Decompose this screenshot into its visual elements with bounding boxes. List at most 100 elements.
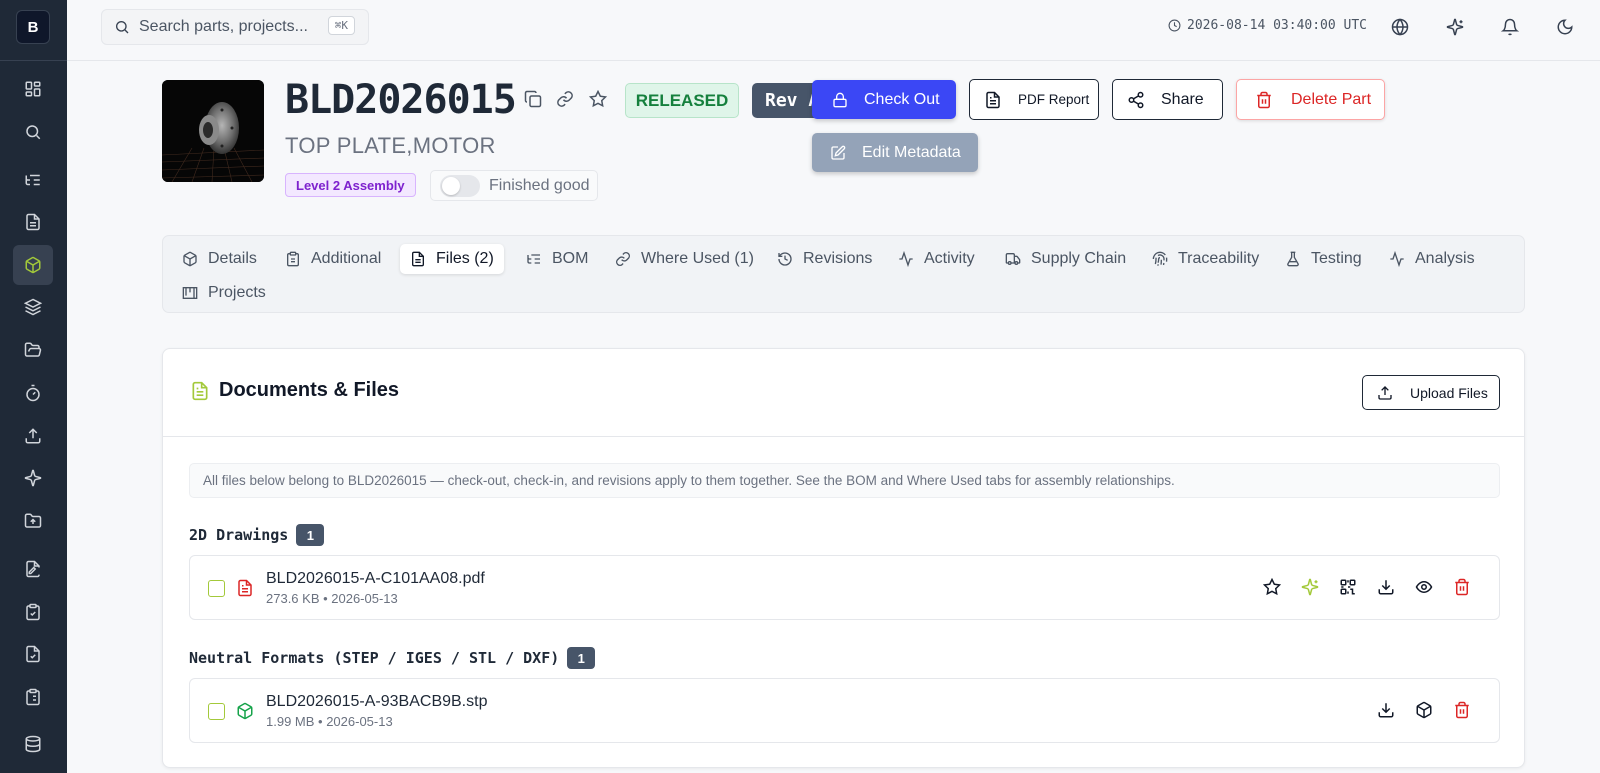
file-meta: 273.6 KB • 2026-05-13 <box>266 591 398 606</box>
tab-label: Projects <box>208 284 266 301</box>
toggle-switch[interactable] <box>440 174 480 197</box>
tab-traceability[interactable]: Traceability <box>1142 244 1269 274</box>
sidebar-item-upload[interactable] <box>13 416 53 456</box>
sidebar-item-tree[interactable] <box>13 160 53 200</box>
pdf-report-button[interactable]: PDF Report <box>969 79 1099 120</box>
tab-projects[interactable]: Projects <box>172 278 276 308</box>
notifications-button[interactable] <box>1499 16 1521 38</box>
file-signature-icon <box>26 560 40 578</box>
upload-files-button[interactable]: Upload Files <box>1362 375 1500 410</box>
ai-assistant-button[interactable] <box>1444 16 1466 38</box>
section-heading-2d-drawings: 2D Drawings 1 <box>189 524 325 546</box>
sidebar-item-timer[interactable] <box>13 373 53 413</box>
folder-upload-icon <box>24 513 42 528</box>
tab-analysis[interactable]: Analysis <box>1379 244 1485 274</box>
status-badge: RELEASED <box>625 83 739 118</box>
clipboard-list-icon <box>26 688 40 706</box>
file-row[interactable]: BLD2026015-A-C101AA08.pdf 273.6 KB • 202… <box>189 555 1500 620</box>
sidebar-item-folders[interactable] <box>13 330 53 370</box>
tab-label: Where Used (1) <box>641 250 754 267</box>
part-thumbnail[interactable] <box>162 80 264 182</box>
file-row[interactable]: BLD2026015-A-93BACB9B.stp 1.99 MB • 2026… <box>189 678 1500 743</box>
star-icon <box>589 90 607 108</box>
share-icon <box>1128 91 1144 108</box>
cube-icon <box>1416 701 1432 719</box>
fingerprint-icon <box>1152 251 1168 266</box>
language-button[interactable] <box>1389 16 1411 38</box>
file-select-checkbox[interactable] <box>208 580 225 597</box>
file-select-checkbox[interactable] <box>208 703 225 720</box>
tab-testing[interactable]: Testing <box>1275 244 1372 274</box>
part-description: TOP PLATE,MOTOR <box>285 133 496 158</box>
card-title: Documents & Files <box>190 379 399 402</box>
app-logo[interactable]: B <box>16 10 50 44</box>
view-3d-button[interactable] <box>1415 701 1435 721</box>
delete-part-button[interactable]: Delete Part <box>1236 79 1385 120</box>
tab-where-used[interactable]: Where Used (1) <box>605 244 764 274</box>
section-title: 2D Drawings <box>189 526 289 544</box>
sidebar-item-verified[interactable] <box>13 634 53 674</box>
star-icon <box>1263 578 1281 596</box>
share-button[interactable]: Share <box>1112 79 1223 120</box>
tab-label: Additional <box>311 250 382 267</box>
sidebar-item-search[interactable] <box>13 112 53 152</box>
qr-code-button[interactable] <box>1339 578 1359 598</box>
globe-icon <box>1391 18 1409 36</box>
finished-good-label: Finished good <box>489 176 590 194</box>
sidebar-item-layers[interactable] <box>13 287 53 327</box>
clipboard-icon <box>287 251 299 267</box>
upload-icon <box>1378 385 1392 400</box>
delete-file-button[interactable] <box>1453 578 1473 598</box>
sparkles-icon <box>1446 18 1464 36</box>
ai-analyze-button[interactable] <box>1301 578 1321 598</box>
sidebar-item-approvals[interactable] <box>13 592 53 632</box>
copy-link-button[interactable] <box>556 90 576 110</box>
sidebar-item-ai[interactable] <box>13 458 53 498</box>
theme-toggle-button[interactable] <box>1554 16 1576 38</box>
favorite-button[interactable] <box>589 90 609 110</box>
download-icon <box>1378 703 1394 718</box>
sidebar-item-parts[interactable] <box>13 245 53 285</box>
link-icon <box>616 252 630 266</box>
folder-open-icon <box>24 342 42 357</box>
download-button[interactable] <box>1377 578 1397 598</box>
eye-icon <box>1415 580 1433 594</box>
check-out-button[interactable]: Check Out <box>812 80 956 119</box>
tab-label: Analysis <box>1415 250 1475 267</box>
favorite-file-button[interactable] <box>1263 578 1283 598</box>
finished-good-toggle[interactable]: Finished good <box>430 170 598 201</box>
search-icon <box>116 21 129 34</box>
download-icon <box>1378 580 1394 595</box>
tab-details[interactable]: Details <box>172 244 267 274</box>
edit-metadata-button[interactable]: Edit Metadata <box>812 133 978 172</box>
flask-icon <box>1287 251 1299 267</box>
tab-label: Details <box>208 250 257 267</box>
tab-activity[interactable]: Activity <box>888 244 985 274</box>
copy-button[interactable] <box>524 90 544 110</box>
preview-button[interactable] <box>1415 578 1435 598</box>
delete-file-button[interactable] <box>1453 701 1473 721</box>
files-info-note: All files below belong to BLD2026015 — c… <box>189 463 1500 498</box>
upload-files-label: Upload Files <box>1410 384 1488 401</box>
sidebar-item-checklists[interactable] <box>13 677 53 717</box>
sidebar-item-import[interactable] <box>13 501 53 541</box>
tab-revisions[interactable]: Revisions <box>767 244 882 274</box>
sidebar-item-database[interactable] <box>13 724 53 764</box>
sidebar-item-signatures[interactable] <box>13 549 53 589</box>
tab-supply-chain[interactable]: Supply Chain <box>995 244 1136 274</box>
trash-icon <box>1257 91 1271 108</box>
tab-label: Testing <box>1311 250 1362 267</box>
tab-files[interactable]: Files (2) <box>400 244 504 274</box>
truck-icon <box>1005 253 1021 265</box>
sidebar-item-dashboard[interactable] <box>13 69 53 109</box>
tab-label: Files (2) <box>436 250 494 267</box>
file-name[interactable]: BLD2026015-A-93BACB9B.stp <box>266 693 487 711</box>
tab-bom[interactable]: BOM <box>516 244 598 274</box>
sidebar-item-documents[interactable] <box>13 202 53 242</box>
file-name[interactable]: BLD2026015-A-C101AA08.pdf <box>266 570 485 588</box>
section-title: Neutral Formats (STEP / IGES / STL / DXF… <box>189 649 560 667</box>
list-tree-icon <box>25 174 40 186</box>
search-input[interactable]: Search parts, projects... ⌘K <box>101 9 369 45</box>
tab-additional[interactable]: Additional <box>275 244 391 274</box>
download-button[interactable] <box>1377 701 1397 721</box>
